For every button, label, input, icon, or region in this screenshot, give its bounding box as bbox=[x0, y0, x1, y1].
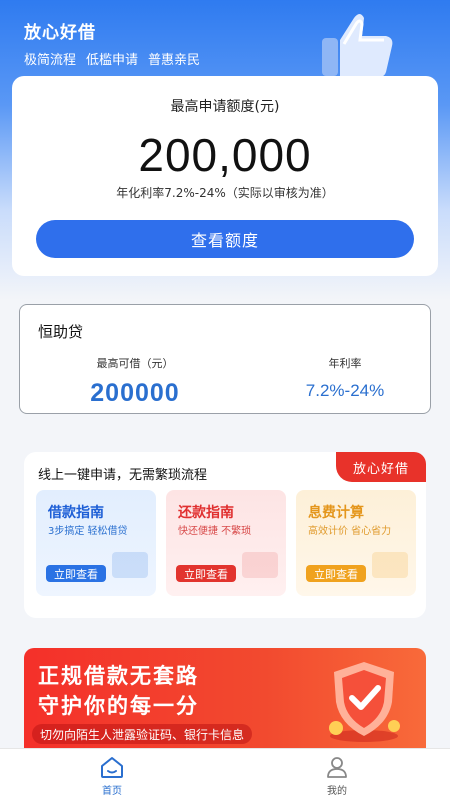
tile-title: 息费计算 bbox=[308, 505, 364, 521]
tagline: 极简流程 低槛申请 普惠亲民 bbox=[24, 49, 200, 68]
quota-card: 最高申请额度(元) 200,000 年化利率7.2%-24%（实际以审核为准） … bbox=[12, 76, 438, 276]
tab-mine[interactable]: 我的 bbox=[297, 755, 377, 797]
tab-home[interactable]: 首页 bbox=[72, 755, 152, 797]
guides-title: 线上一键申请，无需繁琐流程 bbox=[38, 468, 208, 483]
quota-amount: 200,000 bbox=[138, 129, 312, 181]
max-loan-column: 最高可借（元） 200000 bbox=[60, 355, 210, 408]
banner-warning: 切勿向陌生人泄露验证码、银行卡信息 bbox=[32, 724, 253, 744]
tile-title: 借款指南 bbox=[48, 505, 104, 521]
app-title: 放心好借 bbox=[24, 23, 96, 43]
tagline-item: 极简流程 bbox=[24, 53, 77, 68]
bottom-tab-bar: 首页 我的 bbox=[0, 748, 450, 800]
tagline-item: 普惠亲民 bbox=[148, 53, 201, 68]
repay-guide-view-button[interactable]: 立即查看 bbox=[176, 565, 236, 582]
banner-line-2: 守护你的每一分 bbox=[38, 694, 199, 718]
tab-mine-label: 我的 bbox=[327, 786, 347, 797]
tile-subtitle: 高效计价 省心省力 bbox=[308, 526, 392, 537]
annual-rate-value: 7.2%-24% bbox=[305, 381, 385, 400]
product-card[interactable]: 恒助贷 最高可借（元） 200000 年利率 7.2%-24% bbox=[19, 304, 431, 414]
promo-banner[interactable]: 正规借款无套路 守护你的每一分 切勿向陌生人泄露验证码、银行卡信息 bbox=[24, 648, 426, 748]
fee-calculator-view-button[interactable]: 立即查看 bbox=[306, 565, 366, 582]
repay-guide-tile[interactable]: 还款指南 快还便捷 不繁琐 立即查看 bbox=[166, 490, 286, 596]
guides-card: 线上一键申请，无需繁琐流程 放心好借 借款指南 3步搞定 轻松借贷 立即查看 还… bbox=[24, 452, 426, 618]
brand-badge: 放心好借 bbox=[336, 452, 426, 482]
tagline-item: 低槛申请 bbox=[86, 53, 139, 68]
shield-check-icon bbox=[329, 662, 400, 742]
card-icon bbox=[242, 552, 278, 578]
product-name: 恒助贷 bbox=[38, 323, 84, 341]
thumbs-up-icon bbox=[322, 14, 393, 78]
quota-rate-note: 年化利率7.2%-24%（实际以审核为准） bbox=[116, 186, 334, 200]
borrow-guide-tile[interactable]: 借款指南 3步搞定 轻松借贷 立即查看 bbox=[36, 490, 156, 596]
annual-rate-label: 年利率 bbox=[328, 357, 362, 370]
max-loan-label: 最高可借（元） bbox=[96, 357, 174, 370]
borrow-guide-view-button[interactable]: 立即查看 bbox=[46, 565, 106, 582]
rate-column: 年利率 7.2%-24% bbox=[270, 355, 420, 401]
fee-calculator-tile[interactable]: 息费计算 高效计价 省心省力 立即查看 bbox=[296, 490, 416, 596]
envelope-icon bbox=[112, 552, 148, 578]
banner-line-1: 正规借款无套路 bbox=[38, 664, 199, 688]
quota-label: 最高申请额度(元) bbox=[170, 99, 280, 115]
max-loan-value: 200000 bbox=[90, 379, 180, 407]
view-quota-button[interactable]: 查看额度 bbox=[36, 220, 414, 258]
tile-title: 还款指南 bbox=[178, 505, 234, 521]
tab-home-label: 首页 bbox=[102, 786, 122, 797]
tile-subtitle: 快还便捷 不繁琐 bbox=[178, 526, 252, 537]
home-icon bbox=[101, 757, 123, 778]
tile-subtitle: 3步搞定 轻松借贷 bbox=[48, 526, 128, 537]
calculator-icon bbox=[372, 552, 408, 578]
user-icon bbox=[327, 757, 347, 778]
